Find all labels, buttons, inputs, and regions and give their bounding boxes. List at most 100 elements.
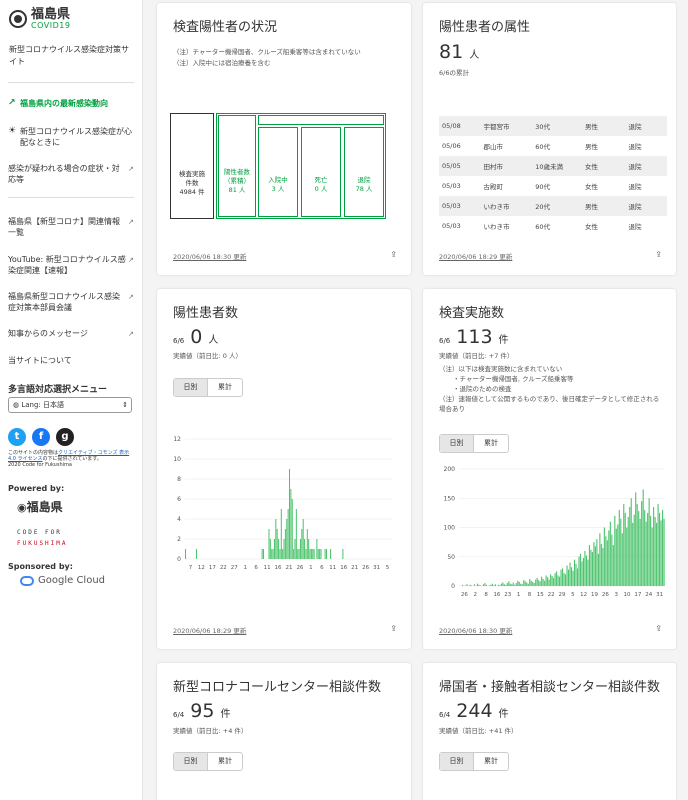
bar[interactable] [518, 581, 520, 586]
bar[interactable] [521, 584, 523, 586]
bar[interactable] [629, 507, 631, 586]
bar[interactable] [473, 584, 476, 586]
bar[interactable] [557, 575, 559, 586]
bar[interactable] [603, 527, 605, 587]
bar[interactable] [587, 559, 589, 586]
bar[interactable] [621, 533, 623, 586]
bar[interactable] [305, 549, 307, 559]
share-icon[interactable]: ⇪ [655, 250, 662, 259]
bar[interactable] [654, 516, 656, 586]
fukushima-pref-logo[interactable]: ◉福島県 [17, 498, 63, 515]
bar[interactable] [309, 549, 311, 559]
bar[interactable] [342, 549, 344, 559]
bar[interactable] [529, 578, 531, 586]
nav-item-symptoms[interactable]: 感染が疑われる場合の症状・対応等 ↗ [8, 163, 136, 185]
bar[interactable] [590, 549, 592, 586]
bar[interactable] [556, 571, 558, 586]
tab-cumulative[interactable]: 累計 [474, 435, 508, 452]
bar[interactable] [523, 580, 525, 586]
bar[interactable] [612, 545, 614, 586]
bar[interactable] [294, 539, 296, 559]
bar[interactable] [494, 584, 496, 586]
bar[interactable] [261, 549, 263, 559]
bar[interactable] [312, 549, 314, 559]
bar[interactable] [324, 549, 326, 559]
bar[interactable] [620, 518, 622, 586]
bar[interactable] [539, 581, 541, 586]
bar[interactable] [263, 549, 265, 559]
bar[interactable] [597, 553, 599, 586]
bar[interactable] [548, 579, 550, 586]
bar[interactable] [488, 585, 490, 586]
bar[interactable] [284, 529, 286, 559]
bar[interactable] [502, 582, 504, 586]
bar[interactable] [644, 509, 646, 586]
bar[interactable] [566, 565, 568, 586]
bar[interactable] [648, 498, 650, 586]
bar[interactable] [554, 573, 556, 586]
bar[interactable] [287, 509, 289, 559]
bar[interactable] [593, 542, 595, 586]
bar[interactable] [506, 583, 508, 586]
bar[interactable] [570, 567, 573, 586]
bar[interactable] [626, 527, 628, 587]
bar[interactable] [627, 516, 629, 586]
bar[interactable] [647, 512, 649, 586]
bar[interactable] [645, 521, 647, 586]
bar[interactable] [563, 573, 565, 586]
bar[interactable] [663, 518, 665, 586]
tab-daily[interactable]: 日別 [174, 753, 208, 770]
bar[interactable] [290, 489, 292, 559]
bar[interactable] [317, 549, 319, 559]
bar[interactable] [306, 529, 308, 559]
bar[interactable] [505, 584, 507, 586]
bar[interactable] [538, 580, 540, 586]
bar[interactable] [602, 547, 604, 586]
bar[interactable] [320, 549, 322, 559]
bar[interactable] [279, 549, 281, 559]
bar[interactable] [469, 584, 471, 586]
tab-cumulative[interactable]: 累計 [208, 753, 242, 770]
bar[interactable] [560, 569, 562, 586]
bar[interactable] [269, 539, 271, 559]
bar[interactable] [653, 507, 655, 586]
bar[interactable] [541, 576, 543, 586]
bar[interactable] [542, 578, 544, 586]
share-icon[interactable]: ⇪ [390, 250, 397, 259]
updated-time[interactable]: 2020/06/06 18:29 更新 [439, 251, 512, 261]
bar[interactable] [479, 585, 482, 586]
bar[interactable] [275, 519, 277, 559]
bar[interactable] [512, 582, 514, 586]
nav-item-about[interactable]: 当サイトについて [8, 355, 136, 366]
bar[interactable] [509, 583, 511, 586]
bar[interactable] [562, 568, 564, 586]
bar[interactable] [308, 539, 310, 559]
bar[interactable] [594, 546, 596, 586]
bar[interactable] [632, 522, 634, 586]
bar[interactable] [615, 528, 617, 586]
bar[interactable] [299, 539, 301, 559]
bar[interactable] [564, 574, 567, 586]
share-icon[interactable]: ⇪ [390, 624, 397, 633]
bar[interactable] [573, 559, 576, 586]
bar[interactable] [535, 579, 537, 586]
bar[interactable] [584, 550, 586, 586]
bar[interactable] [517, 580, 519, 586]
nav-item-hq-meeting[interactable]: 福島県新型コロナウイルス感染症対策本部員会議 ↗ [8, 291, 136, 313]
bar[interactable] [478, 584, 480, 586]
bar[interactable] [585, 555, 588, 586]
bar[interactable] [301, 529, 303, 559]
nav-item-info-list[interactable]: 福島県【新型コロナ】関連情報一覧 ↗ [8, 216, 136, 238]
bar[interactable] [606, 540, 608, 586]
bar[interactable] [316, 539, 318, 559]
nav-item-youtube[interactable]: YouTube: 新型コロナウイルス感染症関連【速報】 ↗ [8, 254, 136, 276]
bar[interactable] [291, 499, 293, 559]
bar[interactable] [491, 583, 493, 586]
bar[interactable] [635, 492, 637, 586]
bar[interactable] [636, 504, 638, 586]
bar[interactable] [524, 581, 526, 586]
bar[interactable] [582, 557, 585, 586]
bar[interactable] [490, 584, 492, 586]
bar[interactable] [484, 583, 486, 586]
bar[interactable] [283, 539, 285, 559]
